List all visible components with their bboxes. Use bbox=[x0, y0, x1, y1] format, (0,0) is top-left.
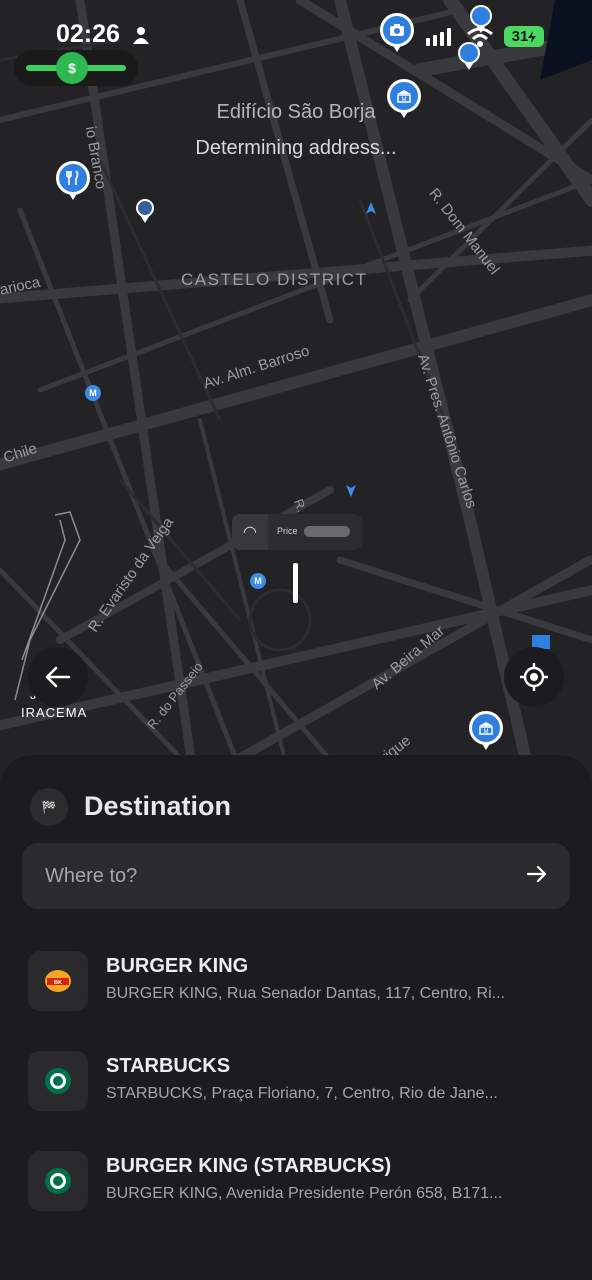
suggestion-name: STARBUCKS bbox=[106, 1055, 231, 1077]
suggestion-address: BURGER KING, Avenida Presidente Perón 65… bbox=[106, 1185, 503, 1202]
address-status: Determining address... bbox=[195, 137, 397, 159]
battery-level: 31 bbox=[511, 28, 529, 45]
destination-title: Destination bbox=[84, 791, 232, 821]
suggestion-item[interactable]: BK BURGER KING BURGER KING, Rua Senador … bbox=[0, 951, 592, 1031]
arrow-right-icon[interactable] bbox=[526, 863, 548, 885]
status-time: 02:26 bbox=[56, 20, 120, 48]
signal-icon bbox=[426, 28, 451, 46]
svg-text:BK: BK bbox=[54, 980, 62, 986]
suggestion-name: BURGER KING (STARBUCKS) bbox=[106, 1155, 392, 1177]
map-center-marker bbox=[293, 563, 298, 603]
loading-spinner-icon: ◠ bbox=[232, 514, 268, 550]
burger-king-logo-icon: BK bbox=[28, 951, 88, 1011]
suggestion-name: BURGER KING bbox=[106, 955, 249, 977]
crosshair-icon bbox=[520, 663, 548, 691]
starbucks-logo-icon bbox=[28, 1051, 88, 1111]
price-label: Price bbox=[277, 526, 298, 536]
svg-text:M: M bbox=[484, 729, 489, 735]
arrow-left-icon bbox=[45, 666, 71, 688]
checkered-flag-icon: 🏁 bbox=[30, 788, 68, 826]
battery-indicator: 31 bbox=[504, 26, 544, 47]
map-view[interactable]: io Branco R. Dom Manuel arioca Av. Alm. … bbox=[0, 0, 592, 820]
metro-icon: M bbox=[85, 385, 101, 401]
search-placeholder: Where to? bbox=[45, 865, 138, 887]
suggestion-address: BURGER KING, Rua Senador Dantas, 117, Ce… bbox=[106, 985, 505, 1002]
locate-me-button[interactable] bbox=[504, 647, 564, 707]
bank-pin-icon[interactable]: M bbox=[469, 711, 503, 750]
earnings-pill[interactable]: $ bbox=[14, 50, 138, 86]
person-icon bbox=[133, 27, 149, 44]
price-placeholder bbox=[304, 526, 350, 537]
dollar-coin-icon: $ bbox=[56, 52, 88, 84]
transit-pin-icon[interactable] bbox=[136, 199, 154, 223]
battery-charging-icon bbox=[528, 30, 537, 43]
back-button[interactable] bbox=[28, 647, 88, 707]
district-label: CASTELO DISTRICT bbox=[181, 270, 368, 289]
direction-arrow-icon bbox=[346, 485, 356, 497]
lock-icon bbox=[470, 5, 492, 33]
restaurant-pin-icon[interactable] bbox=[56, 161, 90, 200]
direction-arrow-icon bbox=[366, 202, 376, 214]
metro-icon: M bbox=[250, 573, 266, 589]
lock-icon bbox=[458, 42, 480, 70]
destination-search-input[interactable]: Where to? bbox=[22, 843, 570, 909]
place-name: Edifício São Borja bbox=[216, 101, 376, 123]
suggestion-item[interactable]: BURGER KING (STARBUCKS) BURGER KING, Ave… bbox=[0, 1151, 592, 1231]
map-corner-label: IRACEMA bbox=[21, 705, 88, 720]
suggestion-item[interactable]: STARBUCKS STARBUCKS, Praça Floriano, 7, … bbox=[0, 1051, 592, 1131]
starbucks-logo-icon bbox=[28, 1151, 88, 1211]
suggestion-address: STARBUCKS, Praça Floriano, 7, Centro, Ri… bbox=[106, 1085, 498, 1102]
price-chip: ◠ Price bbox=[232, 514, 362, 550]
